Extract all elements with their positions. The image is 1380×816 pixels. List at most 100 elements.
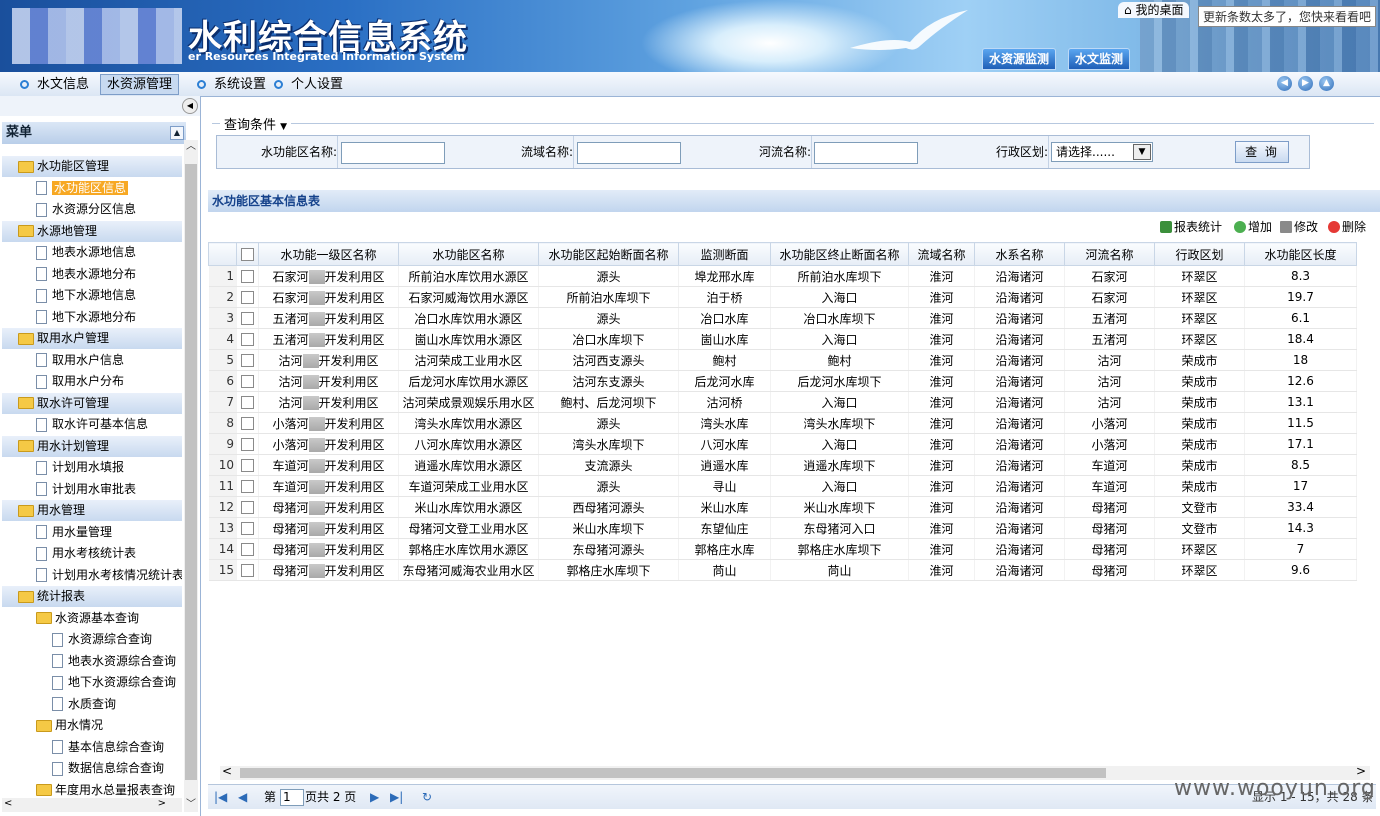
row-checkbox[interactable] xyxy=(241,396,254,409)
table-row[interactable]: 2 石家河 开发利用区 石家河威海饮用水源区 所前泊水库坝下 泊于桥 入海口 淮河 沿海诸河 石家… xyxy=(208,286,1357,308)
menu-group-21[interactable]: 水资源基本查询 xyxy=(2,608,139,629)
tab-water-resource-monitoring[interactable]: 水资源监测 xyxy=(982,48,1057,70)
menu-item-4[interactable]: 地表水源地信息 xyxy=(2,242,136,263)
row-checkbox[interactable] xyxy=(241,438,254,451)
collapse-sidebar-icon[interactable]: ◀ xyxy=(182,98,198,114)
region-select[interactable]: 请选择...... ▼ xyxy=(1051,142,1153,162)
menu-item-10[interactable]: 取用水户分布 xyxy=(2,371,124,392)
table-row[interactable]: 1 石家河 开发利用区 所前泊水库饮用水源区 源头 埠龙邢水库 所前泊水库坝下 淮河 沿海诸河石… xyxy=(208,265,1357,287)
menu-item-27[interactable]: 基本信息综合查询 xyxy=(2,737,164,758)
menu-group-3[interactable]: 水源地管理 xyxy=(2,220,182,242)
table-row[interactable]: 7 沽河 开发利用区 沽河荣成景观娱乐用水区 鲍村、后龙河坝下 沽河桥 入海口 淮河 沿海诸河沽… xyxy=(208,391,1357,413)
edit-button[interactable]: 修改 xyxy=(1280,219,1318,235)
sidebar-scrollbar[interactable]: ︿ ﹀ xyxy=(184,140,198,812)
query-button[interactable]: 查 询 xyxy=(1235,141,1289,163)
row-select-cell[interactable] xyxy=(236,433,259,455)
table-row[interactable]: 12 母猪河 开发利用区 米山水库饮用水源区 西母猪河源头 米山水库 米山水库坝下 淮河 沿海诸… xyxy=(208,496,1357,518)
row-checkbox[interactable] xyxy=(241,543,254,556)
column-header[interactable]: 水系名称 xyxy=(974,242,1065,266)
row-checkbox[interactable] xyxy=(241,354,254,367)
column-header[interactable]: 水功能区名称 xyxy=(398,242,539,266)
column-header[interactable]: 河流名称 xyxy=(1064,242,1155,266)
delete-button[interactable]: 删除 xyxy=(1328,219,1366,235)
column-header[interactable]: 水功能区终止断面名称 xyxy=(770,242,909,266)
collapse-menu-icon[interactable]: ▲ xyxy=(170,126,184,140)
menu-item-9[interactable]: 取用水户信息 xyxy=(2,350,124,371)
row-select-cell[interactable] xyxy=(236,349,259,371)
scrollbar-thumb[interactable] xyxy=(240,768,1106,778)
scrollbar-thumb[interactable] xyxy=(185,164,197,780)
tab-hydrology-monitoring[interactable]: 水文监测 xyxy=(1068,48,1131,70)
scroll-down-icon[interactable]: ﹀ xyxy=(184,798,198,812)
row-checkbox[interactable] xyxy=(241,564,254,577)
report-stats-button[interactable]: 报表统计 xyxy=(1160,219,1222,235)
add-button[interactable]: 增加 xyxy=(1234,219,1272,235)
table-row[interactable]: 3 五渚河 开发利用区 冶口水库饮用水源区 源头 冶口水库 冶口水库坝下 淮河 沿海诸河 五渚河环… xyxy=(208,307,1357,329)
menu-item-17[interactable]: 用水量管理 xyxy=(2,522,112,543)
row-select-cell[interactable] xyxy=(236,286,259,308)
row-select-cell[interactable] xyxy=(236,475,259,497)
row-checkbox[interactable] xyxy=(241,522,254,535)
table-row[interactable]: 10 车道河 开发利用区 逍遥水库饮用水源区 支流源头 逍遥水库 逍遥水库坝下 淮河 沿海诸河车… xyxy=(208,454,1357,476)
prev-page-icon[interactable]: ◀ xyxy=(238,790,247,804)
menu-group-11[interactable]: 取水许可管理 xyxy=(2,392,182,414)
nav-up-icon[interactable]: ▲ xyxy=(1319,76,1334,91)
scroll-right-icon[interactable]: > xyxy=(158,798,166,809)
table-row[interactable]: 14 母猪河 开发利用区 郭格庄水库饮用水源区 东母猪河源头 郭格庄水库 郭格庄水库坝下 淮河… xyxy=(208,538,1357,560)
scroll-left-icon[interactable]: < xyxy=(222,764,232,778)
table-row[interactable]: 4 五渚河 开发利用区 崮山水库饮用水源区 冶口水库坝下 崮山水库 入海口 淮河 沿海诸河 五渚河… xyxy=(208,328,1357,350)
row-checkbox[interactable] xyxy=(241,501,254,514)
next-page-icon[interactable]: ▶ xyxy=(370,790,379,804)
row-select-cell[interactable] xyxy=(236,412,259,434)
row-checkbox[interactable] xyxy=(241,375,254,388)
row-checkbox[interactable] xyxy=(241,333,254,346)
nav-back-icon[interactable]: ◀ xyxy=(1277,76,1292,91)
menu-item-2[interactable]: 水资源分区信息 xyxy=(2,199,136,220)
select-all-checkbox[interactable] xyxy=(241,248,254,261)
row-checkbox[interactable] xyxy=(241,480,254,493)
menu-item-15[interactable]: 计划用水审批表 xyxy=(2,479,136,500)
menu-item-22[interactable]: 水资源综合查询 xyxy=(2,629,152,650)
row-checkbox[interactable] xyxy=(241,270,254,283)
row-select-cell[interactable] xyxy=(236,517,259,539)
select-all-header[interactable] xyxy=(236,242,259,266)
row-checkbox[interactable] xyxy=(241,459,254,472)
row-checkbox[interactable] xyxy=(241,312,254,325)
scroll-up-icon[interactable]: ︿ xyxy=(184,140,198,154)
row-checkbox[interactable] xyxy=(241,291,254,304)
menu-group-26[interactable]: 用水情况 xyxy=(2,715,103,736)
menu-group-8[interactable]: 取用水户管理 xyxy=(2,328,182,349)
nav-personal-settings[interactable]: 个人设置 xyxy=(274,75,343,94)
table-row[interactable]: 8 小落河 开发利用区 湾头水库饮用水源区 源头 湾头水库 湾头水库坝下 淮河 沿海诸河 小落河荣… xyxy=(208,412,1357,434)
column-header[interactable]: 行政区划 xyxy=(1154,242,1245,266)
nav-water-resource-mgmt[interactable]: 水资源管理 xyxy=(100,74,180,95)
zone-name-input[interactable] xyxy=(341,142,445,164)
column-header[interactable]: 监测断面 xyxy=(678,242,771,266)
table-row[interactable]: 15 母猪河 开发利用区 东母猪河威海农业用水区 郭格庄水库坝下 苘山 苘山 淮河 沿海诸河 母猪… xyxy=(208,559,1357,581)
menu-item-25[interactable]: 水质查询 xyxy=(2,694,116,715)
column-header[interactable]: 水功能区长度 xyxy=(1244,242,1357,266)
table-row[interactable]: 6 沽河 开发利用区 后龙河水库饮用水源区 沽河东支源头 后龙河水库 后龙河水库坝下 淮河 沿海… xyxy=(208,370,1357,392)
row-select-cell[interactable] xyxy=(236,391,259,413)
column-header[interactable]: 水功能区起始断面名称 xyxy=(538,242,679,266)
menu-item-23[interactable]: 地表水资源综合查询 xyxy=(2,651,176,672)
row-select-cell[interactable] xyxy=(236,370,259,392)
row-select-cell[interactable] xyxy=(236,328,259,350)
row-select-cell[interactable] xyxy=(236,454,259,476)
row-select-cell[interactable] xyxy=(236,265,259,287)
first-page-icon[interactable]: |◀ xyxy=(214,790,227,804)
menu-group-13[interactable]: 用水计划管理 xyxy=(2,435,182,457)
page-number-input[interactable]: 1 xyxy=(280,789,304,806)
river-input[interactable] xyxy=(814,142,918,164)
scroll-left-icon[interactable]: < xyxy=(4,798,12,809)
table-row[interactable]: 11 车道河 开发利用区 车道河荣成工业用水区 源头 寻山 入海口 淮河 沿海诸河 车道河 荣成市 1… xyxy=(208,475,1357,497)
row-select-cell[interactable] xyxy=(236,538,259,560)
menu-item-1[interactable]: 水功能区信息 xyxy=(2,178,129,199)
menu-item-24[interactable]: 地下水资源综合查询 xyxy=(2,672,176,693)
column-header[interactable]: 流域名称 xyxy=(908,242,975,266)
row-select-cell[interactable] xyxy=(236,559,259,581)
nav-system-settings[interactable]: 系统设置 xyxy=(197,75,266,94)
column-header[interactable]: 水功能一级区名称 xyxy=(258,242,399,266)
last-page-icon[interactable]: ▶| xyxy=(390,790,403,804)
row-select-cell[interactable] xyxy=(236,307,259,329)
